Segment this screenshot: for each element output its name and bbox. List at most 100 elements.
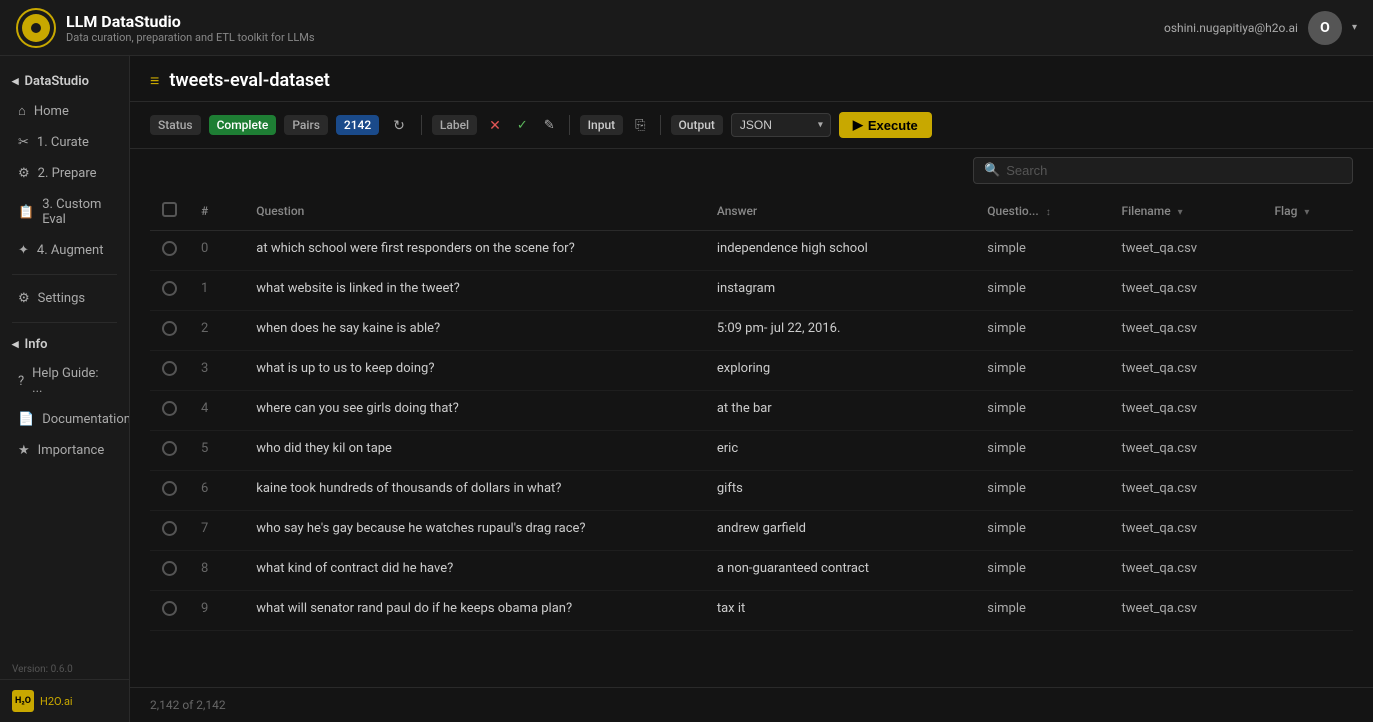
toolbar-divider-3: [660, 115, 661, 135]
format-select[interactable]: JSON CSV YAML Text: [731, 113, 831, 137]
label-x-button[interactable]: ✕: [485, 115, 505, 136]
row-question-type: simple: [975, 591, 1109, 631]
row-radio-cell: [150, 231, 189, 271]
row-question: what is up to us to keep doing?: [244, 351, 705, 391]
row-radio-cell: [150, 351, 189, 391]
sidebar-item-prepare[interactable]: ⚙ 2. Prepare: [4, 159, 125, 188]
prepare-icon: ⚙: [18, 166, 30, 181]
app-logo: LLM DataStudio Data curation, preparatio…: [16, 8, 315, 48]
row-question-type: simple: [975, 391, 1109, 431]
table-row[interactable]: 2 when does he say kaine is able? 5:09 p…: [150, 311, 1353, 351]
th-num: #: [189, 192, 244, 231]
label-check-button[interactable]: ✓: [513, 115, 532, 135]
row-answer: eric: [705, 431, 975, 471]
row-radio[interactable]: [162, 481, 177, 496]
label-edit-button[interactable]: ✎: [540, 115, 559, 135]
table-row[interactable]: 1 what website is linked in the tweet? i…: [150, 271, 1353, 311]
search-input[interactable]: [1006, 163, 1342, 178]
sidebar-item-importance[interactable]: ★ Importance: [4, 436, 125, 465]
table-row[interactable]: 8 what kind of contract did he have? a n…: [150, 551, 1353, 591]
search-bar: 🔍: [973, 157, 1353, 184]
input-badge: Input: [580, 115, 624, 135]
row-filename: tweet_qa.csv: [1109, 551, 1262, 591]
row-answer: andrew garfield: [705, 511, 975, 551]
table-row[interactable]: 9 what will senator rand paul do if he k…: [150, 591, 1353, 631]
th-question-type[interactable]: Questio... ↕: [975, 192, 1109, 231]
sidebar-item-custom-eval[interactable]: 📋 3. Custom Eval: [4, 190, 125, 234]
row-question: what kind of contract did he have?: [244, 551, 705, 591]
sidebar-section-datastudio[interactable]: ◂ DataStudio: [0, 68, 129, 95]
sidebar-item-curate[interactable]: ✂ 1. Curate: [4, 128, 125, 157]
row-flag: [1262, 431, 1353, 471]
x-icon: ✕: [489, 117, 501, 133]
row-radio-cell: [150, 511, 189, 551]
sidebar-section-info[interactable]: ◂ Info: [0, 331, 129, 358]
row-num: 3: [189, 351, 244, 391]
table-row[interactable]: 7 who say he's gay because he watches ru…: [150, 511, 1353, 551]
row-radio[interactable]: [162, 361, 177, 376]
th-filename[interactable]: Filename ▾: [1109, 192, 1262, 231]
refresh-button[interactable]: ↻: [387, 114, 411, 137]
sidebar-item-home[interactable]: ⌂ Home: [4, 96, 125, 126]
row-answer: a non-guaranteed contract: [705, 551, 975, 591]
sidebar-item-label: Importance: [38, 443, 105, 458]
table-row[interactable]: 0 at which school were first responders …: [150, 231, 1353, 271]
row-filename: tweet_qa.csv: [1109, 271, 1262, 311]
header-checkbox[interactable]: [162, 202, 177, 217]
table-footer: 2,142 of 2,142: [130, 687, 1373, 722]
row-num: 1: [189, 271, 244, 311]
status-value-badge: Complete: [209, 115, 277, 135]
chevron-icon-info: ◂: [12, 337, 19, 352]
sidebar-item-settings[interactable]: ⚙ Settings: [4, 284, 125, 313]
th-flag[interactable]: Flag ▾: [1262, 192, 1353, 231]
row-radio[interactable]: [162, 321, 177, 336]
app-title-block: LLM DataStudio Data curation, preparatio…: [66, 12, 315, 44]
row-radio[interactable]: [162, 441, 177, 456]
execute-label: Execute: [868, 118, 918, 133]
th-select: [150, 192, 189, 231]
toolbar-divider-2: [569, 115, 570, 135]
pairs-count-badge: 2142: [336, 115, 379, 135]
row-radio-cell: [150, 271, 189, 311]
sidebar-item-augment[interactable]: ✦ 4. Augment: [4, 236, 125, 265]
version-text: Version: 0.6.0: [0, 660, 129, 679]
row-question: who did they kil on tape: [244, 431, 705, 471]
sidebar-section-label: DataStudio: [25, 74, 89, 89]
row-radio[interactable]: [162, 401, 177, 416]
sidebar: ◂ DataStudio ⌂ Home ✂ 1. Curate ⚙ 2. Pre…: [0, 56, 130, 722]
row-question-type: simple: [975, 431, 1109, 471]
row-radio[interactable]: [162, 241, 177, 256]
user-menu-chevron-icon[interactable]: ▾: [1352, 22, 1357, 33]
avatar[interactable]: O: [1308, 11, 1342, 45]
execute-button[interactable]: ▶ Execute: [839, 112, 932, 138]
toolbar-divider-1: [421, 115, 422, 135]
sidebar-item-help[interactable]: ? Help Guide: ...: [4, 359, 125, 403]
sidebar-divider: [12, 274, 117, 275]
h2o-badge[interactable]: H₂O H2O.ai: [12, 690, 117, 712]
row-radio[interactable]: [162, 561, 177, 576]
table-row[interactable]: 4 where can you see girls doing that? at…: [150, 391, 1353, 431]
label-label-badge: Label: [432, 115, 477, 135]
play-icon: ▶: [853, 117, 863, 133]
row-radio[interactable]: [162, 281, 177, 296]
row-radio[interactable]: [162, 521, 177, 536]
row-flag: [1262, 511, 1353, 551]
table-container: # Question Answer Questio... ↕ Filename …: [130, 192, 1373, 687]
chevron-icon: ◂: [12, 74, 19, 89]
copy-button[interactable]: ⎘: [631, 115, 649, 135]
sidebar-item-label: 2. Prepare: [38, 166, 97, 181]
table-row[interactable]: 3 what is up to us to keep doing? explor…: [150, 351, 1353, 391]
augment-icon: ✦: [18, 243, 29, 258]
table-row[interactable]: 5 who did they kil on tape eric simple t…: [150, 431, 1353, 471]
refresh-icon: ↻: [393, 117, 405, 134]
row-radio[interactable]: [162, 601, 177, 616]
h2o-logo-icon: H₂O: [12, 690, 34, 712]
row-question-type: simple: [975, 271, 1109, 311]
topbar-right: oshini.nugapitiya@h2o.ai O ▾: [1164, 11, 1357, 45]
sidebar-item-documentation[interactable]: 📄 Documentation: [4, 405, 125, 434]
row-radio-cell: [150, 391, 189, 431]
row-filename: tweet_qa.csv: [1109, 391, 1262, 431]
table-row[interactable]: 6 kaine took hundreds of thousands of do…: [150, 471, 1353, 511]
importance-icon: ★: [18, 443, 30, 458]
sidebar-item-label: Help Guide: ...: [32, 366, 111, 396]
